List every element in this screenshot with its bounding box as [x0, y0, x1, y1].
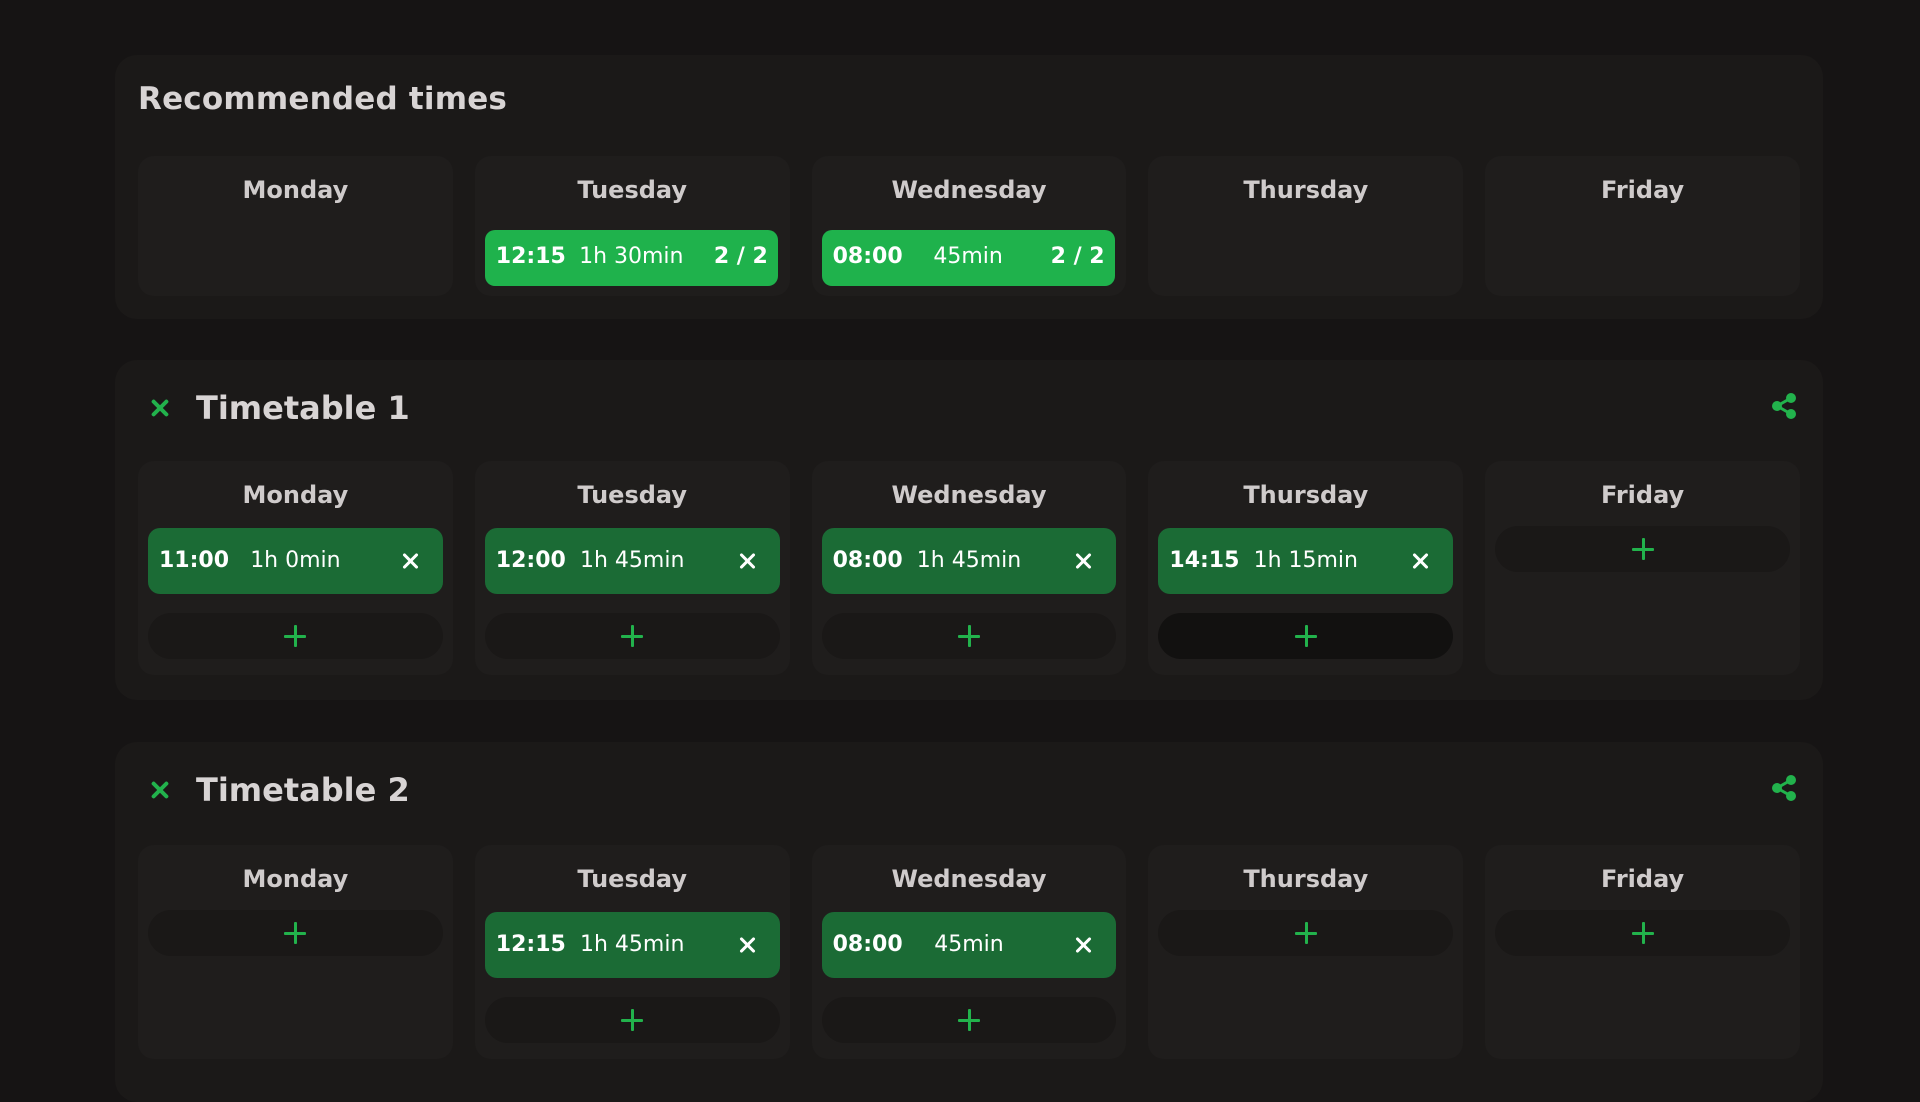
add-slot-button[interactable] — [821, 613, 1117, 659]
day-name: Monday — [242, 481, 349, 509]
day-name: Wednesday — [891, 865, 1047, 893]
time-slot[interactable]: 14:15 1h 15min — [1158, 528, 1454, 594]
day-name: Friday — [1600, 481, 1685, 509]
time-slot[interactable]: 11:00 1h 0min — [148, 528, 443, 594]
plus-icon — [284, 922, 307, 944]
plus-icon — [957, 625, 980, 647]
share-icon[interactable] — [1771, 774, 1797, 802]
close-icon[interactable] — [738, 551, 758, 571]
day-column-thursday: Thursday 14:15 1h 15min — [1148, 461, 1464, 675]
add-slot-button[interactable] — [148, 613, 443, 659]
add-slot-button[interactable] — [1495, 526, 1790, 572]
day-name: Wednesday — [891, 481, 1047, 509]
day-name: Monday — [242, 176, 349, 204]
day-column-wednesday: Wednesday 08:00 45min — [811, 845, 1127, 1059]
close-icon[interactable] — [1074, 935, 1094, 955]
add-slot-button[interactable] — [821, 997, 1117, 1043]
plus-icon — [1294, 922, 1317, 944]
add-slot-button[interactable] — [1158, 613, 1454, 659]
day-name: Monday — [242, 865, 349, 893]
day-column-tuesday: Tuesday 12:15 1h 45min — [474, 845, 790, 1059]
timetable-panel: Timetable 1 Monday 11:00 1h 0min Tuesday… — [115, 360, 1823, 700]
plus-icon — [1631, 538, 1654, 560]
day-column-tuesday: Tuesday 12:00 1h 45min — [474, 461, 790, 675]
day-name: Tuesday — [577, 865, 688, 893]
recommended-slot[interactable]: 12:15 1h 30min 2 / 2 — [484, 230, 778, 286]
close-icon[interactable] — [1411, 551, 1431, 571]
add-slot-button[interactable] — [148, 910, 443, 956]
day-name: Friday — [1600, 176, 1685, 204]
add-slot-button[interactable] — [484, 613, 780, 659]
close-icon[interactable] — [738, 935, 758, 955]
plus-icon — [957, 1009, 980, 1031]
plus-icon — [1631, 922, 1654, 944]
slot-count: 2 / 2 — [1050, 244, 1105, 269]
share-icon[interactable] — [1771, 392, 1797, 420]
time-slot[interactable]: 12:15 1h 45min — [484, 912, 780, 978]
day-column-thursday: Thursday — [1148, 845, 1464, 1059]
day-name: Tuesday — [577, 481, 688, 509]
plus-icon — [1294, 625, 1317, 647]
day-column-friday: Friday — [1485, 461, 1800, 675]
recommended-day-friday: Friday — [1485, 156, 1800, 296]
slot-duration: 45min — [934, 932, 1004, 957]
recommended-slot[interactable]: 08:00 45min 2 / 2 — [821, 230, 1115, 286]
close-icon[interactable] — [148, 396, 172, 420]
day-column-friday: Friday — [1485, 845, 1800, 1059]
slot-duration: 1h 0min — [250, 548, 341, 573]
add-slot-button[interactable] — [1495, 910, 1790, 956]
slot-count: 2 / 2 — [713, 244, 768, 269]
slot-duration: 1h 45min — [579, 932, 685, 957]
close-icon[interactable] — [1074, 551, 1094, 571]
recommended-day-wednesday: Wednesday 08:00 45min 2 / 2 — [811, 156, 1127, 296]
slot-duration: 1h 45min — [916, 548, 1022, 573]
day-name: Wednesday — [891, 176, 1047, 204]
day-column-monday: Monday 11:00 1h 0min — [138, 461, 453, 675]
add-slot-button[interactable] — [484, 997, 780, 1043]
slot-duration: 1h 45min — [579, 548, 685, 573]
timetable-days: Monday 11:00 1h 0min Tuesday 12:00 1h 45… — [138, 461, 1800, 675]
day-name: Tuesday — [577, 176, 688, 204]
recommended-times-title: Recommended times — [138, 81, 508, 117]
close-icon[interactable] — [401, 551, 421, 571]
slot-duration: 1h 15min — [1253, 548, 1358, 573]
day-name: Thursday — [1243, 481, 1369, 509]
add-slot-button[interactable] — [1158, 910, 1454, 956]
timetable-days: Monday Tuesday 12:15 1h 45min Wednesday … — [138, 845, 1800, 1059]
recommended-day-thursday: Thursday — [1148, 156, 1464, 296]
recommended-day-tuesday: Tuesday 12:15 1h 30min 2 / 2 — [474, 156, 790, 296]
timetable-title: Timetable 1 — [196, 389, 410, 427]
recommended-days: Monday Tuesday 12:15 1h 30min 2 / 2 Wedn… — [138, 156, 1800, 296]
recommended-day-monday: Monday — [138, 156, 453, 296]
plus-icon — [621, 1009, 644, 1031]
day-name: Friday — [1600, 865, 1685, 893]
time-slot[interactable]: 08:00 45min — [821, 912, 1117, 978]
day-column-monday: Monday — [138, 845, 453, 1059]
timetable-panel: Timetable 2 Monday Tuesday 12:15 1h 45mi… — [115, 742, 1823, 1102]
day-column-wednesday: Wednesday 08:00 1h 45min — [811, 461, 1127, 675]
day-name: Thursday — [1243, 865, 1369, 893]
timetable-header: Timetable 1 — [148, 388, 410, 428]
recommended-times-panel: Recommended times Monday Tuesday 12:15 1… — [115, 55, 1823, 319]
time-slot[interactable]: 12:00 1h 45min — [484, 528, 780, 594]
time-slot[interactable]: 08:00 1h 45min — [821, 528, 1117, 594]
plus-icon — [284, 625, 307, 647]
day-name: Thursday — [1243, 176, 1369, 204]
plus-icon — [621, 625, 644, 647]
close-icon[interactable] — [148, 778, 172, 802]
timetable-title: Timetable 2 — [196, 771, 410, 809]
timetable-header: Timetable 2 — [148, 770, 410, 810]
